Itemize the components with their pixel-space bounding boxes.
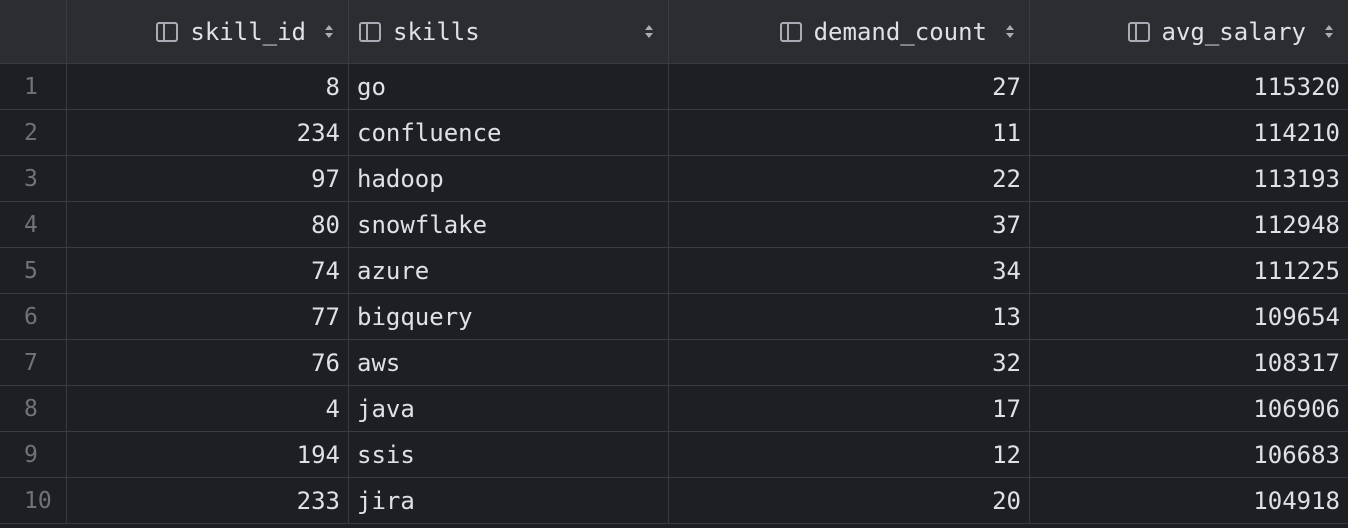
cell-avg-salary[interactable]: 114210 <box>1030 110 1348 155</box>
cell-skill-id[interactable]: 97 <box>67 156 349 201</box>
row-number[interactable]: 5 <box>0 248 67 293</box>
column-header-label: skills <box>393 17 480 46</box>
cell-skill-id[interactable]: 194 <box>67 432 349 477</box>
table-header: skill_id skills demand_count avg_salary <box>0 0 1348 64</box>
column-header-label: skill_id <box>190 17 306 46</box>
cell-demand-count[interactable]: 20 <box>669 478 1030 523</box>
cell-avg-salary[interactable]: 111225 <box>1030 248 1348 293</box>
cell-skill-id[interactable]: 234 <box>67 110 349 155</box>
table-row[interactable]: 9 194 ssis 12 106683 <box>0 432 1348 478</box>
column-header-skill-id[interactable]: skill_id <box>67 0 349 63</box>
cell-skills[interactable]: bigquery <box>349 294 669 339</box>
cell-avg-salary[interactable]: 104918 <box>1030 478 1348 523</box>
cell-skills[interactable]: ssis <box>349 432 669 477</box>
row-number[interactable]: 3 <box>0 156 67 201</box>
column-header-avg-salary[interactable]: avg_salary <box>1030 0 1348 63</box>
cell-skills[interactable]: hadoop <box>349 156 669 201</box>
cell-skills[interactable]: azure <box>349 248 669 293</box>
table-row[interactable]: 6 77 bigquery 13 109654 <box>0 294 1348 340</box>
sort-icon[interactable] <box>1324 25 1334 38</box>
sort-icon[interactable] <box>1005 25 1015 38</box>
cell-skill-id[interactable]: 233 <box>67 478 349 523</box>
cell-demand-count[interactable]: 32 <box>669 340 1030 385</box>
table-row[interactable]: 5 74 azure 34 111225 <box>0 248 1348 294</box>
row-number[interactable]: 10 <box>0 478 67 523</box>
cell-avg-salary[interactable]: 108317 <box>1030 340 1348 385</box>
cell-skill-id[interactable]: 76 <box>67 340 349 385</box>
cell-avg-salary[interactable]: 115320 <box>1030 64 1348 109</box>
table-row[interactable]: 2 234 confluence 11 114210 <box>0 110 1348 156</box>
table-row[interactable]: 7 76 aws 32 108317 <box>0 340 1348 386</box>
cell-skills[interactable]: go <box>349 64 669 109</box>
row-number[interactable]: 7 <box>0 340 67 385</box>
cell-avg-salary[interactable]: 112948 <box>1030 202 1348 247</box>
row-number[interactable]: 6 <box>0 294 67 339</box>
row-number[interactable]: 1 <box>0 64 67 109</box>
table-row[interactable]: 8 4 java 17 106906 <box>0 386 1348 432</box>
row-number-header[interactable] <box>0 0 67 63</box>
cell-demand-count[interactable]: 11 <box>669 110 1030 155</box>
cell-demand-count[interactable]: 12 <box>669 432 1030 477</box>
cell-demand-count[interactable]: 34 <box>669 248 1030 293</box>
column-icon <box>779 21 802 42</box>
cell-avg-salary[interactable]: 109654 <box>1030 294 1348 339</box>
column-header-demand-count[interactable]: demand_count <box>669 0 1030 63</box>
cell-skill-id[interactable]: 77 <box>67 294 349 339</box>
table-row[interactable]: 3 97 hadoop 22 113193 <box>0 156 1348 202</box>
cell-skill-id[interactable]: 74 <box>67 248 349 293</box>
row-number[interactable]: 2 <box>0 110 67 155</box>
cell-avg-salary[interactable]: 106906 <box>1030 386 1348 431</box>
row-number[interactable]: 9 <box>0 432 67 477</box>
sort-icon[interactable] <box>324 25 334 38</box>
cell-skill-id[interactable]: 80 <box>67 202 349 247</box>
cell-demand-count[interactable]: 37 <box>669 202 1030 247</box>
cell-demand-count[interactable]: 22 <box>669 156 1030 201</box>
sort-icon[interactable] <box>644 25 654 38</box>
cell-skills[interactable]: java <box>349 386 669 431</box>
cell-avg-salary[interactable]: 106683 <box>1030 432 1348 477</box>
cell-skills[interactable]: confluence <box>349 110 669 155</box>
row-number[interactable]: 8 <box>0 386 67 431</box>
table-row[interactable]: 10 233 jira 20 104918 <box>0 478 1348 524</box>
row-number[interactable]: 4 <box>0 202 67 247</box>
column-header-label: avg_salary <box>1161 17 1307 46</box>
column-icon <box>1127 21 1150 42</box>
column-icon <box>156 21 179 42</box>
column-header-skills[interactable]: skills <box>349 0 669 63</box>
cell-skills[interactable]: aws <box>349 340 669 385</box>
cell-skill-id[interactable]: 4 <box>67 386 349 431</box>
table-row[interactable]: 1 8 go 27 115320 <box>0 64 1348 110</box>
table-row[interactable]: 4 80 snowflake 37 112948 <box>0 202 1348 248</box>
cell-demand-count[interactable]: 27 <box>669 64 1030 109</box>
cell-skill-id[interactable]: 8 <box>67 64 349 109</box>
cell-skills[interactable]: jira <box>349 478 669 523</box>
result-table: skill_id skills demand_count avg_salary … <box>0 0 1348 528</box>
cell-demand-count[interactable]: 13 <box>669 294 1030 339</box>
cell-skills[interactable]: snowflake <box>349 202 669 247</box>
column-icon <box>359 21 381 42</box>
column-header-label: demand_count <box>813 17 987 46</box>
cell-avg-salary[interactable]: 113193 <box>1030 156 1348 201</box>
cell-demand-count[interactable]: 17 <box>669 386 1030 431</box>
